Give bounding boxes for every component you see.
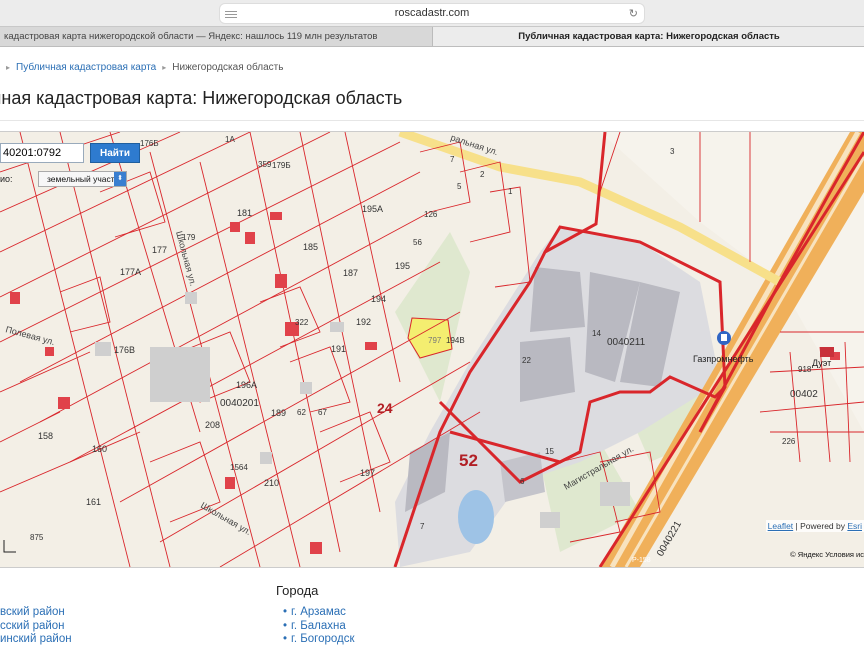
map-label: 195: [395, 261, 410, 271]
zone-label: 0040211: [607, 337, 646, 348]
object-type-label: ио:: [0, 174, 13, 184]
street-label: Школьная ул.: [199, 500, 253, 537]
map-label: 126: [424, 210, 438, 219]
selected-parcel-label: 194В: [446, 336, 465, 345]
district-link[interactable]: сский район: [0, 620, 72, 634]
map-canvas[interactable]: 176Б 1А 179Б 359 181 185 187 177 177А 19…: [0, 132, 864, 567]
map-label: 176Б: [140, 139, 159, 148]
quarter-label: 24: [377, 400, 393, 416]
map-label: 195А: [362, 204, 383, 214]
yandex-copyright[interactable]: © Яндекс Условия ис: [790, 550, 864, 559]
map-label: 3: [670, 147, 675, 156]
tab-yandex-search[interactable]: кадастровая карта нижегородской области …: [0, 27, 431, 46]
poi-label: Газпромнефть: [693, 354, 754, 364]
pond: [458, 490, 494, 544]
map-label: 15: [545, 447, 554, 456]
breadcrumb: ▸ Публичная кадастровая карта ▸ Нижегородск…: [0, 62, 283, 73]
cadastral-number-input[interactable]: [0, 143, 84, 163]
map-label: 5: [457, 182, 462, 191]
shop-icon[interactable]: [820, 347, 834, 357]
esri-link[interactable]: Esri: [847, 521, 862, 531]
address-text: roscadastr.com: [394, 7, 470, 19]
map-label: 22: [522, 356, 531, 365]
road-label: Р-158: [632, 557, 651, 564]
map-label: 918: [798, 365, 812, 374]
quarter-label: 52: [459, 451, 478, 470]
selected-parcel-label: 797: [428, 336, 442, 345]
breadcrumb-arrow-icon: ▸: [162, 63, 167, 72]
object-type-select[interactable]: земельный участок ⬍: [38, 171, 127, 187]
map-label: 187: [343, 268, 358, 278]
chevron-updown-icon: ⬍: [114, 172, 126, 186]
cities-list: г. Арзамас г. Балахна г. Богородск: [283, 606, 355, 647]
map-label: 179Б: [272, 161, 291, 170]
map-label: 7: [450, 155, 455, 164]
page-title: чная кадастровая карта: Нижегородская об…: [0, 88, 403, 108]
district-link[interactable]: вский район: [0, 606, 72, 620]
map-label: 875: [30, 533, 44, 542]
object-type-value: земельный участок: [47, 174, 124, 184]
browser-toolbar: roscadastr.com ↻: [0, 0, 864, 26]
map-label: 161: [86, 497, 101, 507]
map-label: 192: [356, 317, 371, 327]
map-label: 1564: [230, 463, 248, 472]
map-label: 181: [237, 208, 252, 218]
cities-heading: Города: [276, 583, 319, 598]
zone-label: 00402: [790, 389, 818, 400]
map-label: 1: [508, 187, 513, 196]
breadcrumb-arrow-icon: ▸: [6, 63, 11, 72]
poi-label: Дуэт: [812, 358, 831, 368]
green-area: [395, 232, 470, 402]
reload-icon[interactable]: ↻: [629, 7, 638, 20]
map-label: 359: [258, 160, 272, 169]
districts-list: вский район сский район инский район: [0, 606, 72, 647]
city-link[interactable]: г. Богородск: [283, 633, 355, 647]
map-label: 1А: [225, 135, 235, 144]
map-label: 14: [592, 329, 601, 338]
map-label: 7: [420, 522, 425, 531]
map-label: 158: [38, 431, 53, 441]
scale-bar: [3, 540, 16, 553]
tab-cadastral-map[interactable]: Публичная кадастровая карта: Нижегородск…: [432, 27, 864, 46]
map-label: 177А: [120, 267, 141, 277]
map-label: 62: [297, 408, 306, 417]
map-label: 208: [205, 420, 220, 430]
gas-station-icon[interactable]: [717, 331, 731, 345]
find-button[interactable]: Найти: [90, 143, 140, 163]
street-label: Полевая ул.: [4, 324, 56, 347]
map-label: 6: [520, 477, 525, 486]
map-label: 191: [331, 344, 346, 354]
map-label: 194: [371, 294, 386, 304]
zone-label: 0040201: [220, 398, 259, 409]
address-bar[interactable]: roscadastr.com ↻: [220, 4, 644, 23]
map-label: 226: [782, 437, 796, 446]
map-label: 189: [271, 408, 286, 418]
map-label: 67: [318, 408, 327, 417]
leaflet-link[interactable]: Leaflet: [768, 521, 794, 531]
map-attribution: Leaflet | Powered by Esri: [765, 520, 864, 532]
map-label: 160: [92, 444, 107, 454]
map-label: 2: [480, 170, 485, 179]
breadcrumb-link-map[interactable]: Публичная кадастровая карта: [16, 62, 156, 73]
city-link[interactable]: г. Арзамас: [283, 606, 355, 620]
tab-bar: кадастровая карта нижегородской области …: [0, 26, 864, 47]
map-label: 176В: [114, 345, 135, 355]
map-label: 322: [295, 318, 309, 327]
city-link[interactable]: г. Балахна: [283, 620, 355, 634]
cadastral-map[interactable]: 176Б 1А 179Б 359 181 185 187 177 177А 19…: [0, 131, 864, 568]
attribution-text: | Powered by: [793, 521, 848, 531]
divider: [0, 120, 864, 121]
breadcrumb-current: Нижегородская область: [172, 62, 284, 73]
map-label: 56: [413, 238, 422, 247]
district-link[interactable]: инский район: [0, 633, 72, 647]
map-label: 196А: [236, 380, 257, 390]
map-label: 197: [360, 468, 375, 478]
map-label: 210: [264, 478, 279, 488]
map-label: 185: [303, 242, 318, 252]
map-label: 177: [152, 245, 167, 255]
